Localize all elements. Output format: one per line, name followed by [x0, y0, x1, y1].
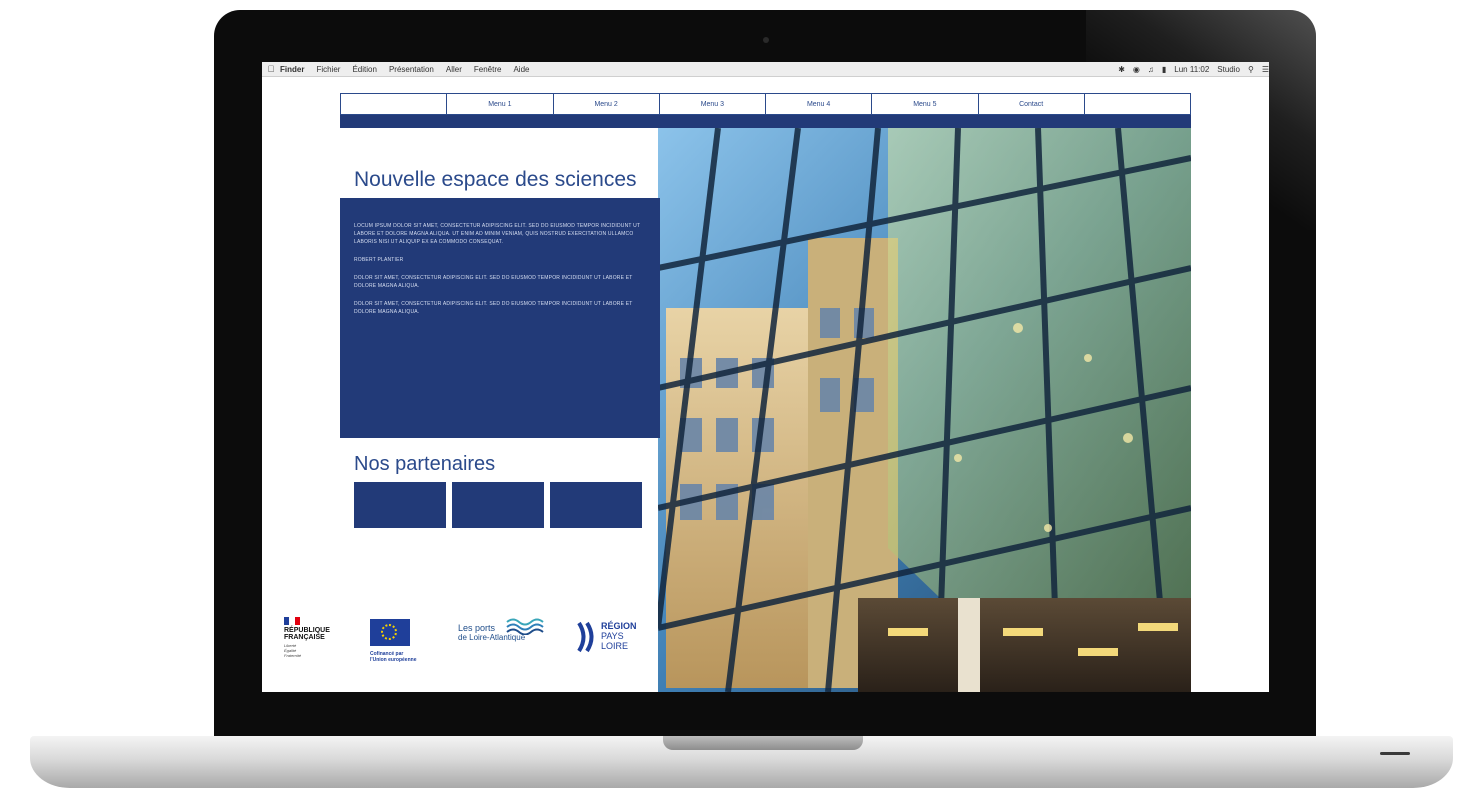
rf-line-2: FRANÇAISE — [284, 634, 325, 641]
menubar-status: ✱ ◉ ♫ ▮ Lun 11:02 Studio ⚲ ☰ — [1110, 65, 1269, 74]
nav-tab-menu-4[interactable]: Menu 4 — [766, 94, 873, 114]
menu-finder[interactable]: Finder — [280, 65, 304, 74]
nav-tab-menu-1[interactable]: Menu 1 — [447, 94, 554, 114]
building-photo — [658, 128, 1191, 692]
apple-icon[interactable]:  — [262, 64, 280, 74]
header-bar — [340, 115, 1191, 128]
nav-tab-menu-3[interactable]: Menu 3 — [660, 94, 766, 114]
laptop-base — [30, 736, 1453, 788]
mac-menubar:  Finder Fichier Édition Présentation Al… — [262, 62, 1269, 77]
nav-tab-blank-left[interactable] — [341, 94, 448, 114]
intro-paragraph-2: DOLOR SIT AMET, CONSECTETUR ADIPISCING E… — [354, 275, 633, 289]
rf-line-1: RÉPUBLIQUE — [284, 627, 330, 634]
menu-view[interactable]: Présentation — [389, 65, 434, 74]
camera — [763, 37, 769, 43]
intro-author: ROBERT PLANTIER — [354, 257, 404, 263]
list-icon[interactable]: ☰ — [1262, 65, 1269, 74]
intro-textbox: LOCUM IPSUM DOLOR SIT AMET, CONSECTETUR … — [340, 198, 660, 438]
clock[interactable]: Lun 11:02 — [1174, 65, 1209, 74]
region-mark-icon — [577, 621, 594, 653]
menu-edit[interactable]: Édition — [352, 65, 376, 74]
region-line-3: LOIRE — [601, 641, 629, 651]
eu-flag-icon — [370, 619, 410, 646]
site-nav: Menu 1 Menu 2 Menu 3 Menu 4 Menu 5 Conta… — [340, 93, 1191, 115]
eu-caption-2: l'Union européenne — [370, 657, 417, 663]
screen:  Finder Fichier Édition Présentation Al… — [262, 62, 1269, 692]
french-flag-icon — [284, 617, 300, 625]
menu-file[interactable]: Fichier — [316, 65, 340, 74]
bluetooth-icon[interactable]: ✱ — [1118, 65, 1125, 74]
page-title: Nouvelle espace des sciences — [354, 168, 637, 191]
region-line-1: RÉGION — [601, 621, 637, 631]
wifi-icon[interactable]: ◉ — [1133, 65, 1140, 74]
menu-help[interactable]: Aide — [513, 65, 529, 74]
nav-tab-contact[interactable]: Contact — [979, 94, 1085, 114]
ports-loire-atlantique-logo: Les ports de Loire-Atlantique — [458, 618, 548, 642]
region-pays-de-la-loire-logo: RÉGION PAYS LOIRE — [577, 621, 657, 653]
intro-paragraph-3: DOLOR SIT AMET, CONSECTETUR ADIPISCING E… — [354, 301, 633, 315]
nav-tab-blank-right[interactable] — [1085, 94, 1190, 114]
volume-icon[interactable]: ♫ — [1148, 65, 1154, 74]
rf-motto-3: Fraternité — [284, 653, 302, 658]
battery-icon[interactable]: ▮ — [1162, 65, 1166, 74]
laptop-notch — [663, 736, 863, 750]
menu-go[interactable]: Aller — [446, 65, 462, 74]
building-illustration — [658, 128, 1191, 692]
waves-icon — [506, 618, 544, 635]
nav-tab-menu-5[interactable]: Menu 5 — [872, 94, 979, 114]
intro-paragraph-1: LOCUM IPSUM DOLOR SIT AMET, CONSECTETUR … — [354, 223, 641, 245]
nav-tab-menu-2[interactable]: Menu 2 — [554, 94, 660, 114]
region-line-2: PAYS — [601, 631, 624, 641]
search-icon[interactable]: ⚲ — [1248, 65, 1254, 74]
partners-title: Nos partenaires — [354, 453, 496, 475]
menu-window[interactable]: Fenêtre — [474, 65, 502, 74]
partner-box-3[interactable] — [550, 482, 642, 528]
partner-box-2[interactable] — [452, 482, 544, 528]
user-name[interactable]: Studio — [1217, 65, 1240, 74]
partner-boxes — [354, 482, 648, 528]
laptop-led — [1380, 752, 1410, 755]
partner-logos: RÉPUBLIQUE FRANÇAISE Liberté Égalité Fra… — [284, 617, 664, 677]
eu-logo: Cofinancé par l'Union européenne — [370, 619, 450, 663]
republique-francaise-logo: RÉPUBLIQUE FRANÇAISE Liberté Égalité Fra… — [284, 617, 344, 658]
partner-box-1[interactable] — [354, 482, 446, 528]
